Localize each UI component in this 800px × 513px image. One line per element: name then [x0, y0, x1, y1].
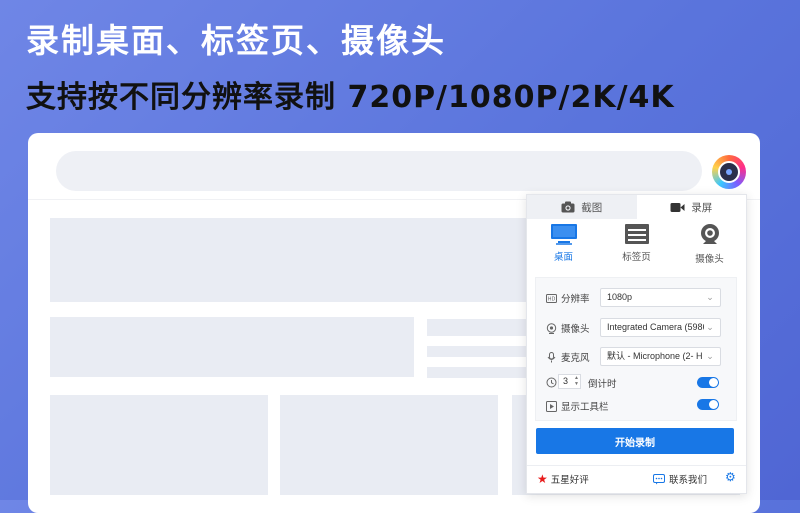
mode-label: 桌面 — [553, 252, 573, 263]
camera-icon — [561, 201, 575, 213]
rate-link[interactable]: ★ 五星好评 — [537, 472, 589, 486]
headline-secondary: 支持按不同分辨率录制 720P/1080P/2K/4K — [26, 80, 675, 115]
tab-label: 截图 — [581, 201, 603, 214]
placeholder-card — [280, 395, 498, 495]
hd-icon: HD — [546, 293, 557, 303]
toolbar-toggle[interactable] — [697, 399, 719, 410]
placeholder-block — [50, 317, 414, 377]
start-recording-button[interactable]: 开始录制 — [536, 428, 734, 454]
mode-webcam[interactable]: 摄像头 — [680, 223, 740, 273]
placeholder-card — [50, 395, 268, 495]
rate-label: 五星好评 — [550, 475, 589, 486]
record-modes: 桌面 标签页 摄像头 — [527, 223, 746, 273]
countdown-value: 3 — [563, 376, 569, 386]
video-icon — [670, 202, 685, 212]
resolution-row: HD 分辨率 — [546, 291, 601, 305]
stepper-arrows-icon[interactable]: ▲ ▼ — [574, 375, 579, 387]
settings-section: HD 分辨率 1080p ⌄ 摄像头 Integrated Camera (59… — [535, 277, 737, 421]
mode-tab[interactable]: 标签页 — [607, 223, 667, 273]
resolution-select[interactable]: 1080p ⌄ — [600, 288, 721, 307]
camera-row: 摄像头 — [546, 321, 601, 335]
mode-label: 摄像头 — [695, 254, 724, 265]
tab-page-icon — [624, 224, 649, 244]
clock-icon — [546, 377, 557, 388]
toolbar-label: 显示工具栏 — [561, 402, 609, 413]
camera-label: 摄像头 — [561, 324, 590, 335]
microphone-row: 麦克风 — [546, 350, 601, 364]
countdown-stepper[interactable]: 3 ▲ ▼ — [558, 374, 581, 389]
tab-label: 录屏 — [691, 201, 713, 214]
gear-icon[interactable]: ⚙ — [725, 471, 736, 483]
microphone-value: 默认 - Microphone (2- H — [607, 351, 703, 361]
countdown-toggle[interactable] — [697, 377, 719, 388]
contact-label: 联系我们 — [669, 475, 708, 486]
star-icon: ★ — [537, 472, 548, 486]
resolution-label: 分辨率 — [561, 294, 590, 305]
address-bar[interactable] — [56, 151, 702, 191]
headline-primary: 录制桌面、标签页、摄像头 — [26, 21, 446, 60]
camera-value: Integrated Camera (5986: — [607, 322, 711, 332]
resolution-value: 1080p — [607, 292, 633, 302]
countdown-row — [546, 377, 557, 388]
microphone-icon — [547, 351, 556, 362]
toolbar-icon — [546, 400, 557, 412]
microphone-label: 麦克风 — [561, 353, 590, 364]
tab-screenshot[interactable]: 截图 — [527, 195, 637, 219]
recorder-extension-icon[interactable] — [712, 155, 746, 189]
footer-divider — [527, 465, 746, 466]
mode-desktop[interactable]: 桌面 — [534, 223, 594, 273]
monitor-icon — [550, 224, 577, 245]
chevron-down-icon: ⌄ — [704, 319, 716, 336]
chat-icon — [653, 473, 665, 484]
mode-label: 标签页 — [622, 252, 651, 263]
chevron-down-icon: ⌄ — [704, 348, 716, 365]
chevron-down-icon: ⌄ — [704, 289, 716, 306]
toolbar-row: 显示工具栏 — [546, 399, 631, 413]
svg-text:HD: HD — [548, 296, 556, 302]
countdown-label: 倒计时 — [588, 379, 617, 390]
panel-tabs: 截图 录屏 — [527, 195, 746, 219]
tab-record[interactable]: 录屏 — [636, 195, 746, 219]
camera-select[interactable]: Integrated Camera (5986: ⌄ — [600, 318, 721, 337]
camera-lens-icon — [546, 322, 557, 334]
microphone-select[interactable]: 默认 - Microphone (2- H ⌄ — [600, 347, 721, 366]
webcam-icon — [700, 224, 719, 244]
recorder-popup: 截图 录屏 桌面 标签页 摄像头 HD 分辨率 1080p ⌄ 摄像头 Inte… — [526, 194, 747, 494]
contact-link[interactable]: 联系我们 — [653, 472, 707, 486]
